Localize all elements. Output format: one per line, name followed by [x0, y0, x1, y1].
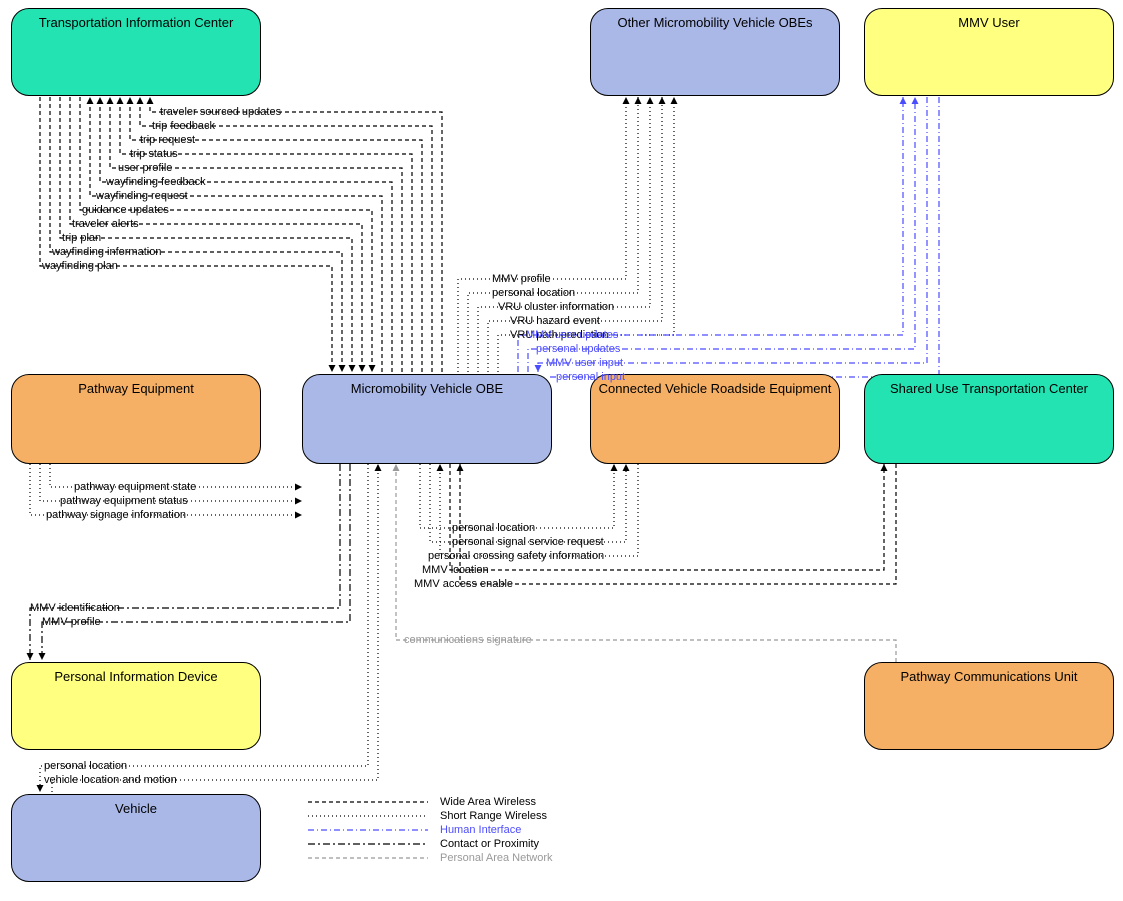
legend-waw: Wide Area Wireless [440, 796, 536, 808]
box-pcu[interactable]: Pathway Communications Unit [864, 662, 1114, 750]
flow-label: personal location [452, 522, 535, 534]
flow-label: personal updates [536, 343, 620, 355]
flow-label: personal signal service request [452, 536, 604, 548]
flow-label: pathway signage information [46, 509, 186, 521]
box-tic[interactable]: Transportation Information Center [11, 8, 261, 96]
flow-label: communications signature [404, 634, 532, 646]
flow-label: wayfinding information [52, 246, 161, 258]
flow-label: trip status [130, 148, 178, 160]
flow-label: trip request [140, 134, 195, 146]
flow-label: traveler sourced updates [160, 106, 281, 118]
flow-label: VRU cluster information [498, 301, 614, 313]
box-mvo[interactable]: Micromobility Vehicle OBE [302, 374, 552, 464]
flow-label: pathway equipment state [74, 481, 196, 493]
box-label: Transportation Information Center [39, 15, 234, 30]
box-omvo[interactable]: Other Micromobility Vehicle OBEs [590, 8, 840, 96]
flow-label: user profile [118, 162, 172, 174]
legend-srw: Short Range Wireless [440, 810, 547, 822]
flow-label: wayfinding request [96, 190, 188, 202]
flow-label: guidance updates [82, 204, 169, 216]
flow-label: VRU hazard event [510, 315, 600, 327]
box-label: Shared Use Transportation Center [890, 381, 1088, 396]
flow-label: MMV user input [546, 357, 623, 369]
flow-label: trip feedback [152, 120, 215, 132]
box-pid[interactable]: Personal Information Device [11, 662, 261, 750]
flow-label: personal crossing safety information [428, 550, 604, 562]
flow-label: MMV user updates [526, 329, 618, 341]
flow-label: trip plan [62, 232, 101, 244]
flow-label: MMV profile [42, 616, 101, 628]
legend-pan: Personal Area Network [440, 852, 553, 864]
box-label: Other Micromobility Vehicle OBEs [617, 15, 812, 30]
flow-label: MMV profile [492, 273, 551, 285]
flow-label: personal location [44, 760, 127, 772]
box-cvre[interactable]: Connected Vehicle Roadside Equipment [590, 374, 840, 464]
box-mmvu[interactable]: MMV User [864, 8, 1114, 96]
box-label: Pathway Communications Unit [900, 669, 1077, 684]
box-label: Pathway Equipment [78, 381, 194, 396]
flow-label: pathway equipment status [60, 495, 188, 507]
flow-label: MMV identification [30, 602, 120, 614]
box-pe[interactable]: Pathway Equipment [11, 374, 261, 464]
box-label: Personal Information Device [54, 669, 217, 684]
box-label: MMV User [958, 15, 1019, 30]
flow-label: personal location [492, 287, 575, 299]
flow-label: personal input [556, 371, 625, 383]
box-label: Micromobility Vehicle OBE [351, 381, 503, 396]
flow-label: traveler alerts [72, 218, 139, 230]
flow-label: wayfinding plan [42, 260, 118, 272]
diagram-canvas: Transportation Information Center Other … [0, 0, 1123, 901]
flow-label: vehicle location and motion [44, 774, 177, 786]
legend-cp: Contact or Proximity [440, 838, 539, 850]
box-sutc[interactable]: Shared Use Transportation Center [864, 374, 1114, 464]
box-label: Connected Vehicle Roadside Equipment [599, 381, 832, 396]
box-label: Vehicle [115, 801, 157, 816]
legend-hi: Human Interface [440, 824, 521, 836]
box-veh[interactable]: Vehicle [11, 794, 261, 882]
flow-label: MMV location [422, 564, 489, 576]
flow-label: wayfinding feedback [106, 176, 206, 188]
flow-label: MMV access enable [414, 578, 513, 590]
